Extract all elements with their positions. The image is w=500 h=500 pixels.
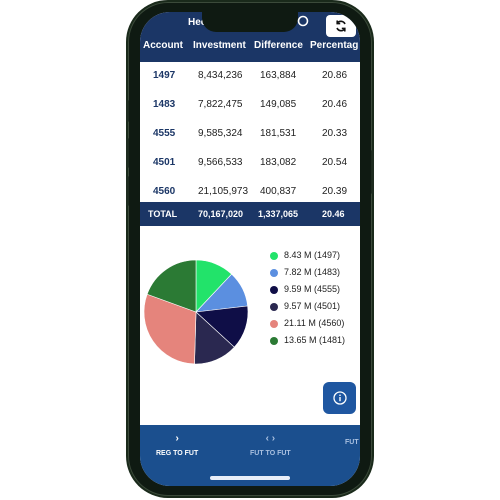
table-row[interactable]: 4501 9,566,533 183,082 20.54 (140, 149, 360, 178)
legend-item: 9.57 M (4501) (270, 301, 360, 318)
phone-side-button (126, 138, 129, 168)
refresh-button[interactable] (326, 15, 356, 37)
table-body: 1497 8,434,236 163,884 20.86 1483 7,822,… (140, 62, 360, 207)
cell-investment: 7,822,475 (198, 99, 243, 110)
code-icon: ‹ › (265, 433, 276, 444)
total-investment: 70,167,020 (198, 209, 244, 219)
legend-swatch (270, 269, 278, 277)
cell-difference: 181,531 (260, 128, 297, 139)
legend-swatch (270, 286, 278, 294)
table-total-row: TOTAL 70,167,020 1,337,065 20.46 (140, 202, 360, 226)
cell-percentage: 20.86 (322, 70, 348, 81)
refresh-icon (336, 20, 346, 32)
legend-item: 13.65 M (1481) (270, 335, 360, 352)
nav-tab-label: REG TO FUT (156, 450, 199, 457)
column-header-percentage[interactable]: Percentag (310, 40, 358, 51)
phone-power-button (371, 150, 374, 194)
info-button[interactable] (323, 382, 356, 414)
cell-percentage: 20.33 (322, 128, 348, 139)
column-header-difference[interactable]: Difference (254, 40, 303, 51)
cell-account: 1497 (153, 70, 176, 81)
home-indicator (210, 476, 290, 480)
legend-label: 7.82 M (1483) (284, 267, 341, 277)
legend-label: 9.59 M (4555) (284, 284, 341, 294)
cell-account: 1483 (153, 99, 176, 110)
legend-label: 13.65 M (1481) (284, 335, 346, 345)
nav-tab-fut[interactable]: FUT (345, 433, 359, 446)
legend-item: 9.59 M (4555) (270, 284, 360, 301)
nav-tab-label: FUT (345, 439, 359, 446)
cell-difference: 163,884 (260, 70, 297, 81)
cell-account: 4555 (153, 128, 176, 139)
total-label: TOTAL (148, 209, 178, 219)
legend-swatch (270, 320, 278, 328)
status-circle-icon (297, 15, 309, 27)
cell-investment: 8,434,236 (198, 70, 243, 81)
info-icon (332, 391, 347, 405)
nav-tab-fut-to-fut[interactable]: ‹ › FUT TO FUT (250, 433, 291, 457)
cell-percentage: 20.54 (322, 157, 348, 168)
column-header-account[interactable]: Account (143, 40, 183, 51)
cell-account: 4501 (153, 157, 176, 168)
cell-difference: 400,837 (260, 186, 297, 197)
cell-investment: 9,585,324 (198, 128, 243, 139)
cell-account: 4560 (153, 186, 176, 197)
app-screen: Hec Account Investment Difference Percen… (140, 12, 360, 486)
nav-tab-reg-to-fut[interactable]: › REG TO FUT (156, 433, 198, 457)
nav-tab-label: FUT TO FUT (250, 450, 291, 457)
phone-notch (202, 12, 298, 32)
cell-difference: 149,085 (260, 99, 297, 110)
legend-label: 9.57 M (4501) (284, 301, 341, 311)
legend-label: 8.43 M (1497) (284, 250, 341, 260)
chevron-right-icon: › (175, 433, 179, 444)
cell-difference: 183,082 (260, 157, 297, 168)
cell-investment: 21,105,973 (198, 186, 249, 197)
legend-swatch (270, 337, 278, 345)
cell-investment: 9,566,533 (198, 157, 243, 168)
legend-swatch (270, 303, 278, 311)
cell-percentage: 20.39 (322, 186, 348, 197)
legend-item: 8.43 M (1497) (270, 250, 360, 267)
table-row[interactable]: 1483 7,822,475 149,085 20.46 (140, 91, 360, 120)
total-difference: 1,337,065 (258, 209, 299, 219)
legend-item: 7.82 M (1483) (270, 267, 360, 284)
cell-percentage: 20.46 (322, 99, 348, 110)
total-percentage: 20.46 (322, 209, 345, 219)
phone-side-button (126, 176, 129, 206)
column-header-investment[interactable]: Investment (193, 40, 246, 51)
legend-label: 21.11 M (4560) (284, 318, 345, 328)
chart-legend: 8.43 M (1497) 7.82 M (1483) 9.59 M (4555) 9… (270, 250, 360, 352)
legend-swatch (270, 252, 278, 260)
phone-side-button (126, 100, 129, 122)
legend-item: 21.11 M (4560) (270, 318, 360, 335)
table-header: Account Investment Difference Percentag (140, 40, 360, 60)
table-row[interactable]: 4555 9,585,324 181,531 20.33 (140, 120, 360, 149)
table-row[interactable]: 1497 8,434,236 163,884 20.86 (140, 62, 360, 91)
